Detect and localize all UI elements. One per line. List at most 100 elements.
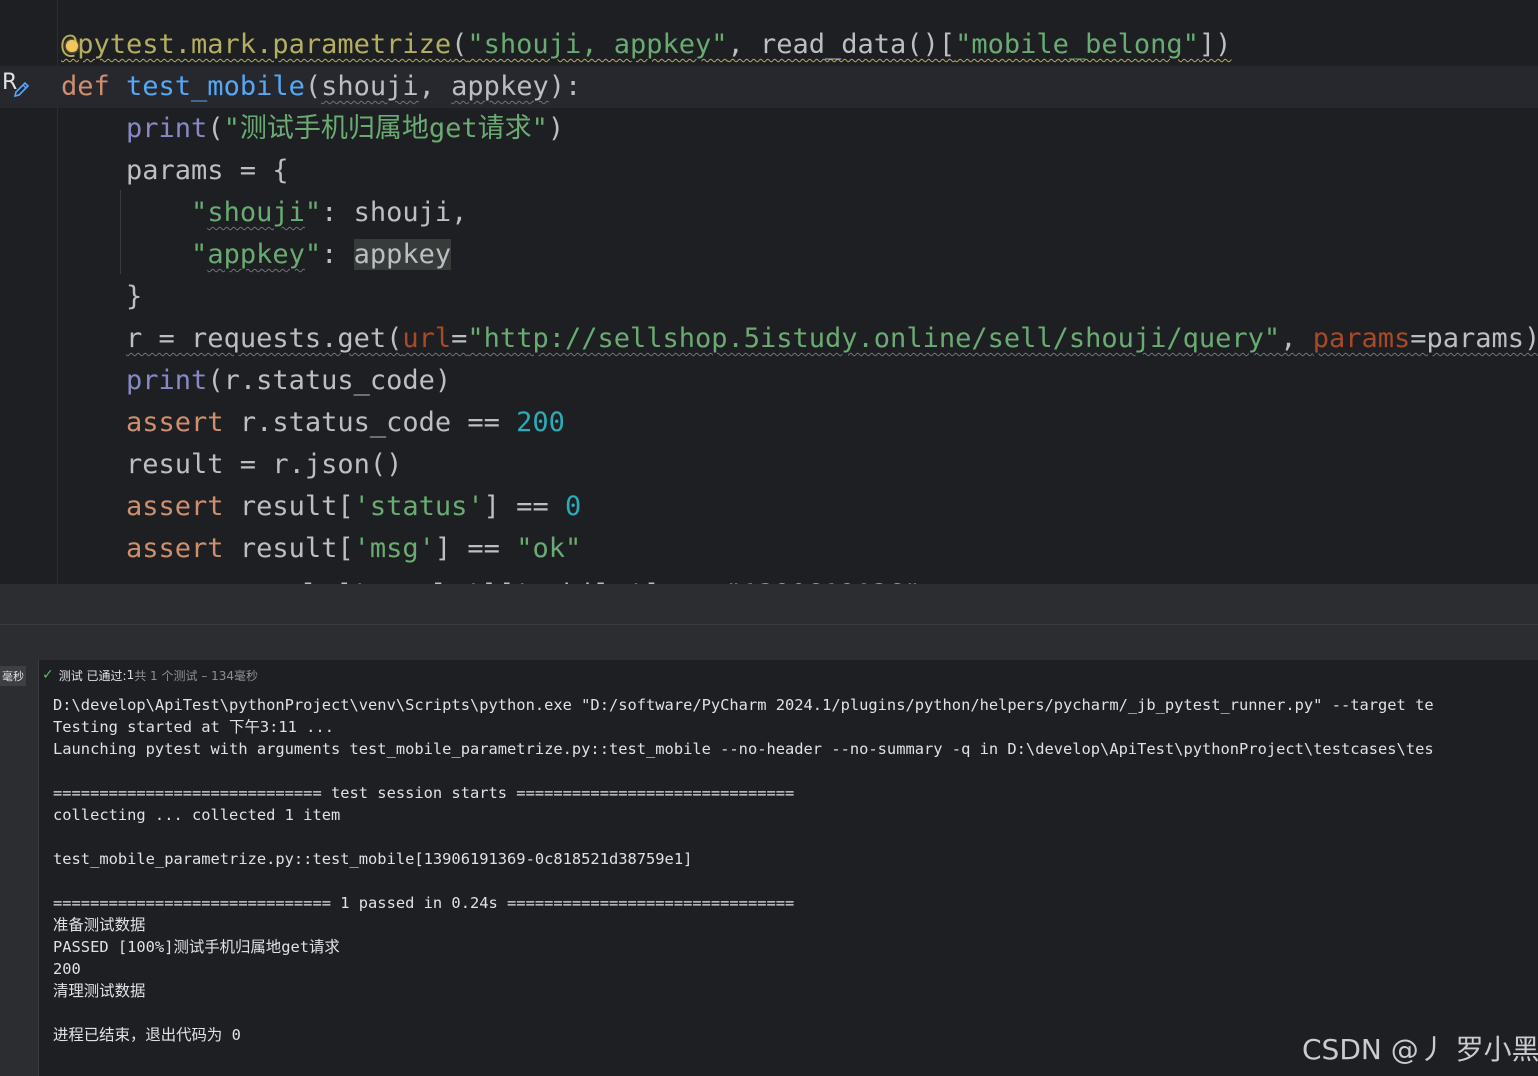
code-line[interactable]: print("测试手机归属地get请求") [0, 108, 1538, 150]
code-token: assert [126, 407, 240, 438]
code-token: ( [207, 113, 224, 144]
code-token: " [191, 197, 208, 228]
status-prefix: 测试 已通过: [58, 668, 127, 683]
code-line[interactable]: "shouji": shouji, [0, 192, 1538, 234]
status-suffix: 共 1 个测试 – 134毫秒 [134, 668, 259, 683]
code-token: appkey [353, 239, 452, 270]
code-token: , read_data()[ [727, 29, 956, 60]
code-token: shouji [321, 71, 419, 102]
code-token: 0 [564, 491, 582, 522]
code-token: 'status' [353, 491, 484, 522]
code-token: " [191, 239, 208, 270]
code-token: print [126, 365, 208, 396]
code-token: r.status_code == [239, 407, 517, 438]
code-line[interactable]: result = r.json() [0, 444, 1538, 486]
console-line: D:\develop\ApiTest\pythonProject\venv\Sc… [53, 696, 1434, 714]
code-token: ] == [434, 533, 517, 564]
console-line: ============================== 1 passed … [53, 894, 795, 912]
code-token: result[ [239, 491, 354, 522]
run-gutter-marker[interactable]: R [2, 70, 36, 102]
edit-pencil-icon [13, 81, 30, 98]
console-line: Launching pytest with arguments test_mob… [53, 740, 1434, 758]
code-token: assert [126, 533, 240, 564]
code-token: ) [547, 113, 565, 144]
code-token: " [304, 197, 322, 228]
truncated-code-line: assert result['result']['mobile'] == "13… [124, 574, 921, 584]
code-token: ]) [1198, 29, 1232, 60]
code-token: : [321, 239, 354, 270]
code-token: params [1312, 323, 1411, 354]
code-token: @pytest.mark.parametrize [61, 29, 452, 60]
code-token: print [126, 113, 208, 144]
code-token: r = requests.get( [126, 323, 403, 354]
duration-badge: 毫秒 [0, 666, 26, 686]
code-token: : shouji, [321, 197, 468, 228]
code-token: url [402, 323, 452, 354]
run-tool-header [0, 624, 1538, 661]
code-token: def [61, 71, 127, 102]
code-token: = [451, 323, 468, 354]
code-token: , [418, 71, 452, 102]
code-line[interactable]: @pytest.mark.parametrize("shouji, appkey… [0, 24, 1538, 66]
code-line[interactable]: } [0, 276, 1538, 318]
check-icon: ✓ [42, 667, 54, 683]
code-line[interactable]: "appkey": appkey [0, 234, 1538, 276]
lightbulb-icon[interactable] [66, 40, 78, 52]
code-line[interactable]: assert r.status_code == 200 [0, 402, 1538, 444]
code-token: , [1280, 323, 1313, 354]
code-line[interactable]: r = requests.get(url="http://sellshop.5i… [0, 318, 1538, 360]
editor-split-bar[interactable] [0, 584, 1538, 624]
code-token: params = { [61, 155, 289, 186]
status-count: 1 [126, 668, 135, 682]
console-line: 清理测试数据 [53, 982, 146, 1000]
code-token: } [61, 281, 143, 312]
run-panel: 毫秒 ✓ 测试 已通过: 1 共 1 个测试 – 134毫秒 D:\develo… [0, 660, 1538, 1076]
code-token: result[ [239, 533, 354, 564]
run-panel-toolbar: 毫秒 [0, 660, 39, 1076]
code-token: =params) [1410, 323, 1538, 354]
code-token: test_mobile [126, 71, 305, 102]
console-output[interactable]: D:\develop\ApiTest\pythonProject\venv\Sc… [53, 694, 1538, 1074]
code-line[interactable]: assert result['status'] == 0 [0, 486, 1538, 528]
code-line[interactable]: print(r.status_code) [0, 360, 1538, 402]
console-line: collecting ... collected 1 item [53, 806, 341, 824]
code-token: appkey [451, 71, 549, 102]
code-token: "测试手机归属地get请求" [223, 113, 548, 144]
code-token: "ok" [516, 533, 582, 564]
code-token: "http://sellshop.5istudy.online/sell/sho… [467, 323, 1281, 354]
code-line[interactable]: assert result['msg'] == "ok" [0, 528, 1538, 570]
code-token: result = r.json() [61, 449, 403, 480]
code-token: ( [304, 71, 322, 102]
code-line[interactable]: params = { [0, 150, 1538, 192]
code-token: "mobile_belong" [955, 29, 1199, 60]
code-token: assert [126, 491, 240, 522]
console-line: test_mobile_parametrize.py::test_mobile[… [53, 850, 693, 868]
code-token: "shouji, appkey" [467, 29, 728, 60]
console-line: Testing started at 下午3:11 ... [53, 718, 334, 736]
code-token: appkey [207, 239, 305, 270]
code-token: " [304, 239, 322, 270]
code-token: ] == [483, 491, 565, 522]
code-line[interactable]: def test_mobile(shouji, appkey): [0, 66, 1538, 108]
console-line: PASSED [100%]测试手机归属地get请求 [53, 938, 340, 956]
code-token: (r.status_code) [207, 365, 452, 396]
test-status-bar: ✓ 测试 已通过: 1 共 1 个测试 – 134毫秒 [42, 664, 258, 686]
code-token: ( [451, 29, 468, 60]
code-token: 200 [516, 407, 565, 438]
console-line: ============================= test sessi… [53, 784, 795, 802]
code-token: 'msg' [353, 533, 435, 564]
code-token: shouji [207, 197, 305, 228]
code-editor[interactable]: @pytest.mark.parametrize("shouji, appkey… [0, 0, 1538, 584]
